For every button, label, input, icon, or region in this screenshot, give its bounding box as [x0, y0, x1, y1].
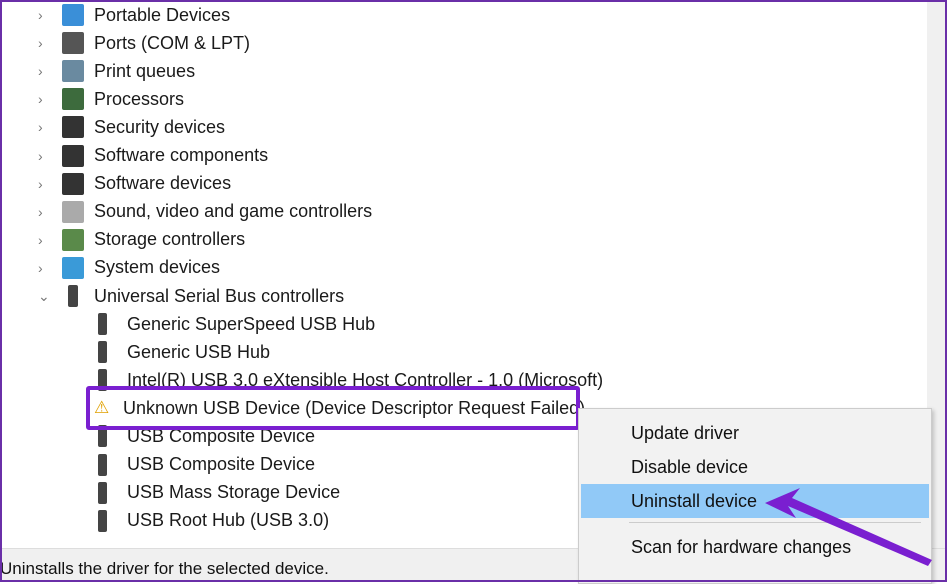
menu-item-uninstall-device[interactable]: Uninstall device — [581, 484, 929, 518]
tree-item-label: Generic USB Hub — [127, 341, 271, 362]
menu-item-update-driver[interactable]: Update driver — [581, 416, 929, 450]
chevron-right-icon[interactable]: › — [38, 63, 48, 79]
tree-item-category[interactable]: › Security devices — [38, 113, 226, 141]
menu-item-scan-hardware-changes[interactable]: Scan for hardware changes — [581, 530, 929, 564]
chevron-right-icon[interactable]: › — [38, 7, 48, 23]
chevron-right-icon[interactable]: › — [38, 260, 48, 276]
tree-item-usb-device[interactable]: Generic USB Hub — [94, 338, 270, 366]
chevron-right-icon[interactable]: › — [38, 176, 48, 192]
tree-item-label: Print queues — [94, 60, 196, 81]
printer-icon — [62, 60, 84, 83]
usb-icon — [68, 285, 78, 307]
tree-item-category[interactable]: › Print queues — [38, 57, 196, 85]
port-icon — [62, 32, 84, 55]
chevron-right-icon[interactable]: › — [38, 148, 48, 164]
usb-plug-icon — [98, 341, 107, 364]
software-device-icon — [62, 172, 84, 195]
tree-item-label: Universal Serial Bus controllers — [94, 285, 345, 306]
security-device-icon — [62, 116, 84, 139]
context-menu: Update driver Disable device Uninstall d… — [578, 408, 932, 584]
chevron-right-icon[interactable]: › — [38, 35, 48, 51]
tree-item-label: Portable Devices — [94, 4, 231, 25]
tree-item-category[interactable]: › Storage controllers — [38, 226, 246, 254]
tree-item-category[interactable]: › Software components — [38, 142, 269, 170]
tree-item-usb-device[interactable]: USB Mass Storage Device — [94, 479, 340, 507]
tree-item-category[interactable]: › Portable Devices — [38, 1, 231, 29]
chevron-right-icon[interactable]: › — [38, 91, 48, 107]
tree-item-label: Software devices — [94, 173, 232, 194]
tree-item-label: Ports (COM & LPT) — [94, 32, 251, 53]
tree-item-label: Security devices — [94, 116, 226, 137]
tree-item-category[interactable]: › Sound, video and game controllers — [38, 198, 373, 226]
system-device-icon — [62, 256, 84, 279]
usb-plug-icon — [98, 313, 107, 335]
tree-item-usb-device[interactable]: USB Composite Device — [94, 451, 315, 479]
tree-item-category[interactable]: ⌄ Universal Serial Bus controllers — [38, 282, 345, 310]
tree-item-category[interactable]: › Processors — [38, 85, 185, 113]
tree-item-label: Generic SuperSpeed USB Hub — [127, 313, 376, 334]
tree-item-label: USB Mass Storage Device — [127, 482, 341, 503]
portable-device-icon — [62, 4, 84, 26]
tree-item-category[interactable]: › System devices — [38, 254, 221, 282]
chevron-down-icon[interactable]: ⌄ — [38, 288, 50, 305]
chevron-right-icon[interactable]: › — [38, 232, 48, 248]
highlight-annotation-box — [86, 386, 580, 430]
tree-item-usb-device[interactable]: Generic SuperSpeed USB Hub — [94, 310, 375, 338]
storage-icon — [62, 228, 84, 251]
menu-separator — [629, 522, 921, 523]
tree-item-label: Sound, video and game controllers — [94, 201, 373, 222]
usb-plug-icon — [98, 481, 107, 504]
tree-item-category[interactable]: › Ports (COM & LPT) — [38, 29, 251, 57]
speaker-icon — [62, 200, 84, 223]
processor-icon — [62, 88, 84, 111]
usb-plug-icon — [98, 509, 107, 532]
tree-item-label: Software components — [94, 145, 269, 165]
chevron-right-icon[interactable]: › — [38, 204, 48, 220]
tree-item-category[interactable]: › Software devices — [38, 170, 232, 198]
tree-item-label: USB Composite Device — [127, 454, 316, 474]
chevron-right-icon[interactable]: › — [38, 119, 48, 135]
tree-item-label: Storage controllers — [94, 229, 246, 250]
tree-item-label: System devices — [94, 257, 221, 278]
tree-item-label: USB Root Hub (USB 3.0) — [127, 510, 330, 531]
usb-plug-icon — [98, 453, 107, 476]
tree-item-usb-device[interactable]: USB Root Hub (USB 3.0) — [94, 507, 329, 535]
menu-item-disable-device[interactable]: Disable device — [581, 450, 929, 484]
tree-item-label: Processors — [94, 88, 185, 109]
software-component-icon — [62, 144, 84, 167]
